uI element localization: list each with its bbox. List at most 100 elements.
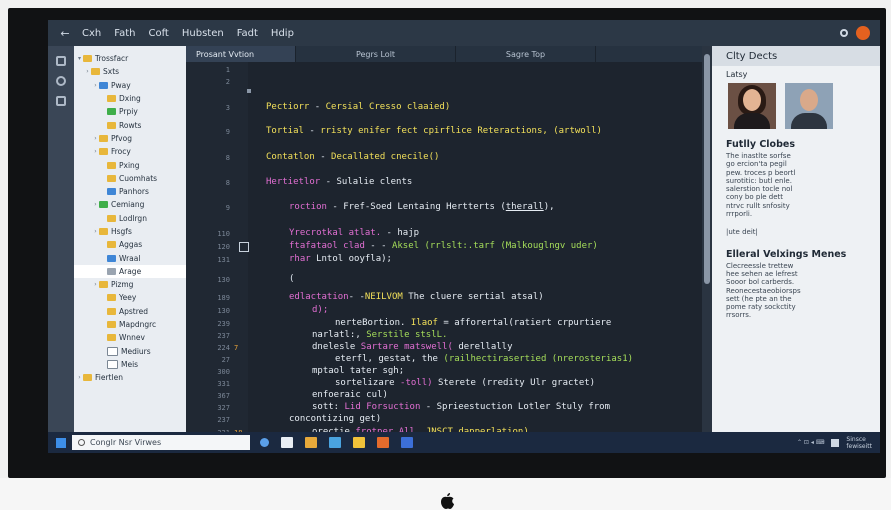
clock-line-1: Sinsce	[846, 435, 866, 443]
code-token: Contatlon	[266, 152, 315, 162]
expand-chevron-icon[interactable]: ›	[92, 148, 99, 155]
explorer-item[interactable]: › Pway	[74, 79, 186, 92]
line-number: 237	[217, 332, 230, 340]
code-line[interactable]: dnelesle Sartare matswell( derellally	[312, 342, 513, 352]
tab-1[interactable]: Pegrs Lolt	[296, 46, 456, 62]
settings-gear-icon[interactable]	[840, 29, 848, 37]
code-line[interactable]: Yrecrotkal atlat. - hajp	[289, 228, 419, 238]
editor-app-icon[interactable]	[401, 437, 413, 448]
code-line[interactable]: Pectiorr - Cersial Cresso claaied)	[266, 102, 450, 112]
notification-icon[interactable]	[831, 438, 840, 447]
expand-chevron-icon[interactable]: ›	[92, 281, 99, 288]
explorer-item[interactable]: › Frocy	[74, 145, 186, 158]
app-logo-icon[interactable]	[856, 26, 870, 40]
code-line[interactable]: (	[289, 274, 294, 284]
explorer-item[interactable]: Dxing	[74, 92, 186, 105]
tab-2[interactable]: Sagre Top	[456, 46, 596, 62]
menu-item-0[interactable]: Cxh	[82, 28, 101, 39]
tray-icons[interactable]: ⌃ ⊡ ◂ ⌨	[797, 439, 824, 446]
expand-chevron-icon[interactable]: ›	[84, 68, 91, 75]
explorer-item[interactable]: › Pfvog	[74, 132, 186, 145]
explorer-item-label: Dxing	[119, 94, 141, 104]
expand-chevron-icon[interactable]: ›	[92, 135, 99, 142]
extensions-icon[interactable]	[56, 96, 66, 106]
code-line[interactable]: edlactation- -NEILVOM The cluere sertial…	[289, 292, 544, 302]
back-arrow-icon[interactable]: ←	[48, 27, 82, 40]
menu-item-4[interactable]: Fadt	[237, 28, 258, 39]
task-view-icon[interactable]	[281, 437, 293, 448]
explorer-item[interactable]: Mediurs	[74, 345, 186, 358]
code-line[interactable]: eterfl, gestat, the (railhectirasertied …	[335, 354, 633, 364]
code-line[interactable]: Contatlon - Decallated cnecile()	[266, 152, 439, 162]
avatar-shirt	[734, 113, 770, 129]
explorer-item[interactable]: Cuomhats	[74, 172, 186, 185]
files-icon[interactable]	[56, 56, 66, 66]
explorer-item[interactable]: Arage	[74, 264, 186, 279]
clock[interactable]: Sinsce fewiseitt	[846, 436, 872, 450]
code-line[interactable]: ftafataol clad - - Aksel (rrlslt:.tarf (…	[289, 241, 598, 251]
explorer-item[interactable]: › Pizmg	[74, 278, 186, 291]
explorer-item-label: Rowts	[119, 120, 142, 130]
search-icon[interactable]	[56, 76, 66, 86]
code-token: Cersial Cresso claaied)	[325, 102, 451, 112]
avatar-man[interactable]	[785, 83, 833, 129]
explorer-item[interactable]: › Cemiang	[74, 198, 186, 211]
explorer-item[interactable]: › Hsgfs	[74, 225, 186, 238]
code-line[interactable]: Hertietlor - Sulalie clents	[266, 177, 412, 187]
explorer-item[interactable]: › Fiertlen	[74, 371, 186, 384]
code-line[interactable]: enfoeraic cul)	[312, 390, 388, 400]
explorer-item[interactable]: Meis	[74, 358, 186, 371]
expand-chevron-icon[interactable]: ›	[92, 82, 99, 89]
explorer-item[interactable]: Panhors	[74, 185, 186, 198]
code-line[interactable]: sortelizare -toll) Sterete (rredity Ulr …	[335, 378, 595, 388]
expand-chevron-icon[interactable]: ›	[92, 201, 99, 208]
folder-icon[interactable]	[305, 437, 317, 448]
menu-item-2[interactable]: Coft	[148, 28, 168, 39]
expand-chevron-icon[interactable]: ›	[76, 374, 83, 381]
tab-0[interactable]: Prosant Vvtion	[186, 46, 296, 62]
explorer-item[interactable]: Yeey	[74, 291, 186, 304]
code-line[interactable]: roction - Fref-Soed Lentaing Hertterts (…	[289, 202, 555, 212]
explorer-item[interactable]: ▾ Trossfacr	[74, 52, 186, 65]
explorer-item[interactable]: Wnnev	[74, 331, 186, 344]
code-line[interactable]: sott: Lid Forsuction - Sprieestuction Lo…	[312, 402, 610, 412]
code-token: d);	[312, 305, 329, 315]
explorer-item[interactable]: Pxing	[74, 158, 186, 171]
explorer-item[interactable]: Rowts	[74, 118, 186, 131]
avatar-woman[interactable]	[728, 83, 776, 129]
gutter-marker[interactable]: 7	[234, 344, 238, 352]
code-line[interactable]: d);	[312, 305, 328, 315]
code-line[interactable]: mptaol tater sgh;	[312, 366, 404, 376]
editor-scrollbar[interactable]	[702, 46, 712, 432]
explorer-item[interactable]: Prpiy	[74, 105, 186, 118]
code-line[interactable]: narlatl:, Serstile stslL.	[312, 330, 447, 340]
explorer-item[interactable]: › Sxts	[74, 65, 186, 78]
explorer-item[interactable]: Lodlrgn	[74, 212, 186, 225]
panel-text-line: rrsorrs.	[726, 311, 752, 320]
explorer-item[interactable]: Aggas	[74, 238, 186, 251]
start-button[interactable]	[56, 437, 66, 448]
expand-chevron-icon[interactable]: ›	[92, 228, 99, 235]
taskbar-search[interactable]: Conglr Nsr Virwes	[72, 435, 250, 450]
scrollbar-thumb[interactable]	[704, 54, 710, 284]
code-token: hajp	[397, 228, 420, 238]
explorer-item[interactable]: Mapdngrc	[74, 318, 186, 331]
taskbar-search-icon[interactable]	[260, 438, 269, 447]
file-icon	[107, 95, 116, 103]
code-token: roction	[289, 202, 327, 212]
breakpoint-box-icon[interactable]	[239, 242, 249, 252]
code-token: Fref-Soed Lentaing Hertterts (	[343, 202, 506, 212]
code-line[interactable]: concontizing get)	[289, 414, 381, 424]
code-line[interactable]: nerteBortion. Ilaof = afforertal(ratiert…	[335, 318, 611, 328]
explorer-item[interactable]: Apstred	[74, 305, 186, 318]
code-line[interactable]: Tortial - rristy enifer fect cpirflice R…	[266, 126, 602, 136]
store-icon[interactable]	[329, 437, 341, 448]
office-app-icon[interactable]	[377, 437, 389, 448]
menu-item-5[interactable]: Hdip	[271, 28, 294, 39]
menu-item-1[interactable]: Fath	[114, 28, 135, 39]
explorer-item[interactable]: Wraal	[74, 251, 186, 264]
files-app-icon[interactable]	[353, 437, 365, 448]
expand-chevron-icon[interactable]: ▾	[76, 55, 83, 62]
code-line[interactable]: rhar Lntol ooyfla);	[289, 254, 392, 264]
menu-item-3[interactable]: Hubsten	[182, 28, 224, 39]
